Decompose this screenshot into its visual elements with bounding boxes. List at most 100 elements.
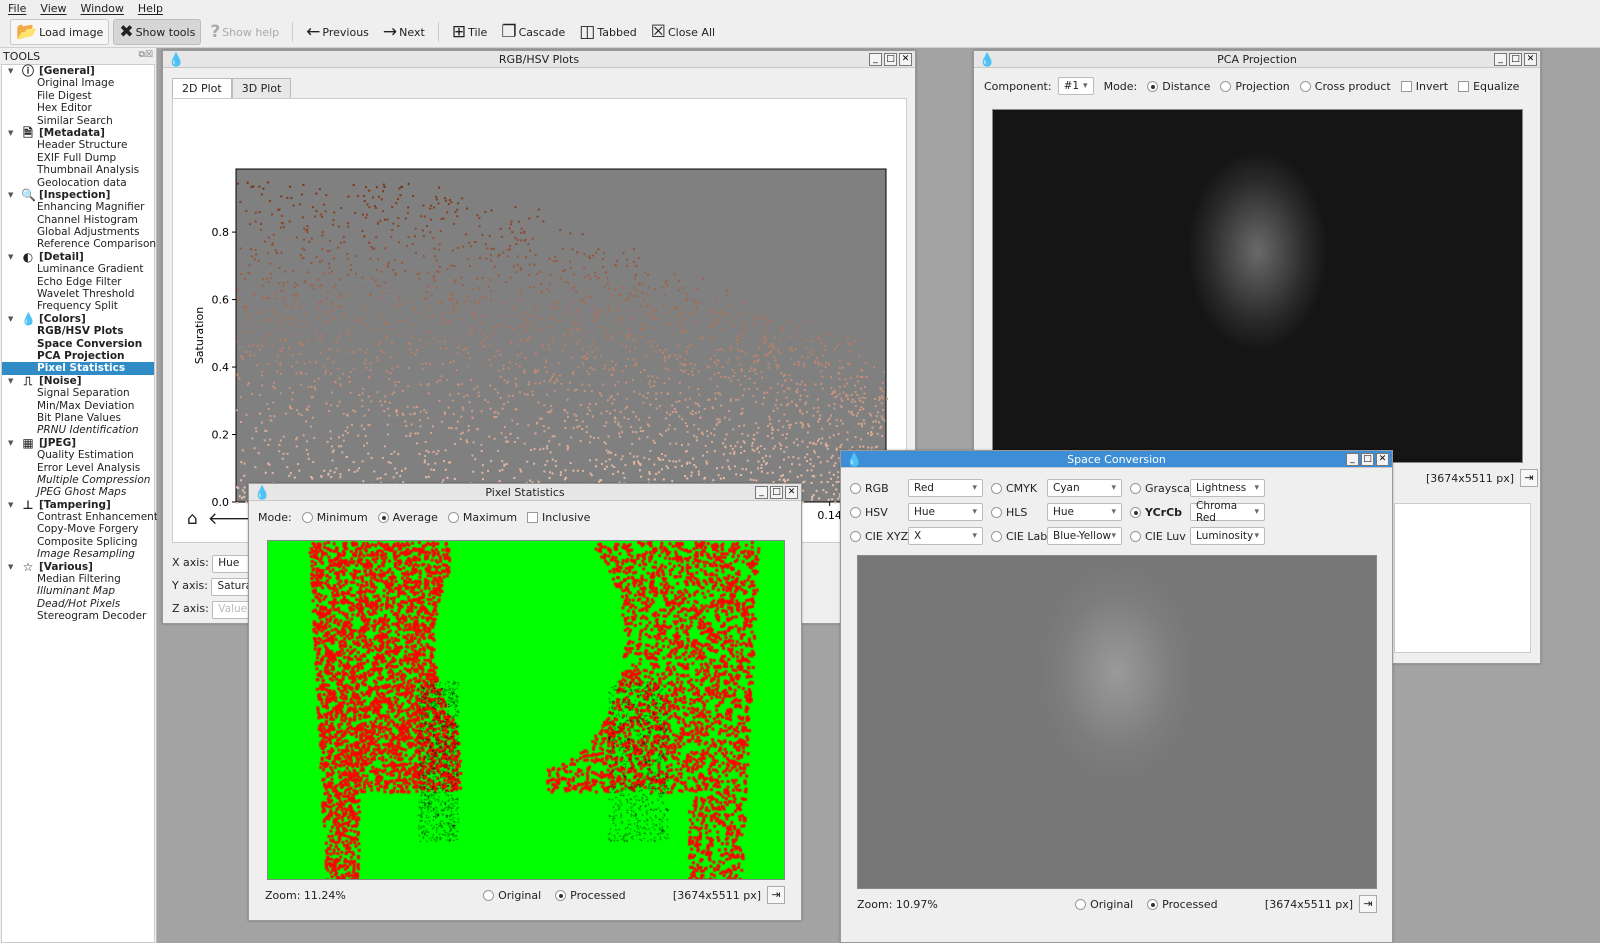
- tree-group[interactable]: ▼ 🗎 [Metadata]: [2, 127, 154, 140]
- component-select[interactable]: #1: [1057, 77, 1094, 95]
- tree-group[interactable]: ▼ ☆ [Various]: [2, 560, 154, 573]
- tree-item[interactable]: Composite Splicing: [2, 536, 154, 548]
- back-icon[interactable]: 🡐: [208, 509, 254, 529]
- original-radio[interactable]: Original: [483, 889, 541, 902]
- maximize-button[interactable]: □: [770, 486, 783, 499]
- maximize-button[interactable]: □: [1509, 53, 1522, 66]
- close-button[interactable]: ✕: [1376, 453, 1389, 466]
- mode-distance-radio[interactable]: Distance: [1147, 80, 1210, 93]
- panel-float-close-buttons[interactable]: ⧉☒: [139, 50, 154, 62]
- export-icon[interactable]: ⇥: [1359, 895, 1377, 913]
- tree-item[interactable]: Error Level Analysis: [2, 462, 154, 474]
- tree-group[interactable]: ▼ ▦ [JPEG]: [2, 436, 154, 449]
- tree-group[interactable]: ▼ ◐ [Detail]: [2, 250, 154, 263]
- tree-item[interactable]: Contrast Enhancement: [2, 511, 158, 523]
- minimize-button[interactable]: _: [869, 53, 882, 66]
- channel-select[interactable]: Red: [908, 479, 983, 497]
- tree-item[interactable]: Image Resampling: [2, 548, 154, 560]
- tree-item[interactable]: Original Image: [2, 77, 154, 89]
- tree-item[interactable]: Pixel Statistics: [2, 362, 154, 375]
- tree-item[interactable]: Wavelet Threshold: [2, 288, 154, 300]
- tree-item[interactable]: Header Structure: [2, 139, 154, 151]
- close-button[interactable]: ✕: [1524, 53, 1537, 66]
- original-radio[interactable]: Original: [1075, 898, 1133, 911]
- tab-2d-plot[interactable]: 2D Plot: [172, 78, 232, 98]
- minimize-button[interactable]: _: [1494, 53, 1507, 66]
- show-help-button[interactable]: ? Show help: [205, 19, 284, 45]
- expand-arrow-icon[interactable]: ▼: [8, 189, 17, 201]
- tree-item[interactable]: Bit Plane Values: [2, 412, 154, 424]
- expand-arrow-icon[interactable]: ▼: [8, 127, 17, 139]
- expand-arrow-icon[interactable]: ▼: [8, 499, 17, 511]
- window-titlebar[interactable]: 💧 RGB/HSV Plots _ □ ✕: [163, 51, 915, 68]
- cascade-button[interactable]: ❐ Cascade: [496, 19, 570, 45]
- colorspace-radio[interactable]: CMYK: [991, 482, 1047, 495]
- expand-arrow-icon[interactable]: ▼: [8, 313, 17, 325]
- channel-select[interactable]: Chroma Red: [1190, 500, 1265, 524]
- tile-button[interactable]: ⊞ Tile: [447, 19, 493, 45]
- tree-item[interactable]: Space Conversion: [2, 338, 154, 350]
- channel-select[interactable]: Cyan: [1047, 479, 1122, 497]
- window-titlebar[interactable]: 💧 Space Conversion _ □ ✕: [841, 451, 1392, 468]
- channel-select[interactable]: Hue: [908, 503, 983, 521]
- menu-file[interactable]: File: [8, 2, 26, 15]
- tree-group[interactable]: ▼ ⎍ [Noise]: [2, 374, 154, 387]
- colorspace-radio[interactable]: CIE XYZ: [850, 530, 908, 543]
- tree-item[interactable]: File Digest: [2, 90, 154, 102]
- tree-item[interactable]: Reference Comparison: [2, 238, 156, 250]
- maximize-button[interactable]: □: [884, 53, 897, 66]
- tools-tree[interactable]: ▼ ⓘ [General] Original Image File Digest Hex …: [1, 64, 158, 943]
- tree-group[interactable]: ▼ 🔍 [Inspection]: [2, 188, 154, 201]
- tree-item[interactable]: Thumbnail Analysis: [2, 164, 154, 176]
- export-icon[interactable]: ⇥: [1520, 469, 1539, 487]
- tree-item[interactable]: Median Filtering: [2, 573, 154, 585]
- expand-arrow-icon[interactable]: ▼: [8, 65, 17, 77]
- channel-select[interactable]: Blue-Yellow: [1047, 527, 1122, 545]
- tree-group[interactable]: ▼ ⓘ [General]: [2, 65, 154, 78]
- close-button[interactable]: ✕: [899, 53, 912, 66]
- colorspace-radio[interactable]: HLS: [991, 506, 1047, 519]
- tree-item[interactable]: Signal Separation: [2, 387, 154, 399]
- channel-select[interactable]: X: [908, 527, 983, 545]
- tree-group[interactable]: ▼ ⊥ [Tampering]: [2, 498, 154, 511]
- expand-arrow-icon[interactable]: ▼: [8, 561, 17, 573]
- expand-arrow-icon[interactable]: ▼: [8, 437, 17, 449]
- equalize-checkbox[interactable]: Equalize: [1458, 80, 1519, 93]
- tree-item[interactable]: PRNU Identification: [2, 424, 154, 436]
- colorspace-radio[interactable]: CIE Luv: [1130, 530, 1190, 543]
- minimize-button[interactable]: _: [1346, 453, 1359, 466]
- window-titlebar[interactable]: 💧 Pixel Statistics _ □ ✕: [249, 484, 801, 501]
- tree-item[interactable]: Luminance Gradient: [2, 263, 154, 275]
- mode-minimum-radio[interactable]: Minimum: [301, 511, 368, 524]
- tree-item[interactable]: Hex Editor: [2, 102, 154, 114]
- tree-item[interactable]: Quality Estimation: [2, 449, 154, 461]
- mode-maximum-radio[interactable]: Maximum: [447, 511, 517, 524]
- tree-item[interactable]: Multiple Compression: [2, 474, 154, 486]
- channel-select[interactable]: Hue: [1047, 503, 1122, 521]
- show-tools-button[interactable]: ✖ Show tools: [113, 19, 202, 45]
- mode-average-radio[interactable]: Average: [377, 511, 438, 524]
- tree-item[interactable]: JPEG Ghost Maps: [2, 486, 154, 498]
- tabbed-button[interactable]: ◫ Tabbed: [574, 19, 641, 45]
- tree-item[interactable]: Illuminant Map: [2, 585, 154, 597]
- menu-window[interactable]: Window: [81, 2, 124, 15]
- close-all-button[interactable]: ☒ Close All: [646, 19, 720, 45]
- tree-item[interactable]: Frequency Split: [2, 300, 154, 312]
- tree-item[interactable]: Enhancing Magnifier: [2, 201, 154, 213]
- tree-group[interactable]: ▼ 💧 [Colors]: [2, 312, 154, 325]
- tree-item[interactable]: Stereogram Decoder: [2, 610, 154, 622]
- window-titlebar[interactable]: 💧 PCA Projection _ □ ✕: [974, 51, 1540, 68]
- tree-item[interactable]: PCA Projection: [2, 350, 154, 362]
- tree-item[interactable]: Global Adjustments: [2, 226, 154, 238]
- tree-item[interactable]: Copy-Move Forgery: [2, 523, 154, 535]
- tree-item[interactable]: EXIF Full Dump: [2, 152, 154, 164]
- channel-select[interactable]: Lightness: [1190, 479, 1265, 497]
- expand-arrow-icon[interactable]: ▼: [8, 251, 17, 263]
- mode-projection-radio[interactable]: Projection: [1220, 80, 1290, 93]
- colorspace-radio[interactable]: YCrCb: [1130, 506, 1190, 519]
- colorspace-radio[interactable]: RGB: [850, 482, 908, 495]
- home-icon[interactable]: ⌂: [187, 509, 198, 529]
- menu-view[interactable]: View: [40, 2, 66, 15]
- tab-3d-plot[interactable]: 3D Plot: [231, 78, 292, 98]
- export-icon[interactable]: ⇥: [767, 886, 785, 904]
